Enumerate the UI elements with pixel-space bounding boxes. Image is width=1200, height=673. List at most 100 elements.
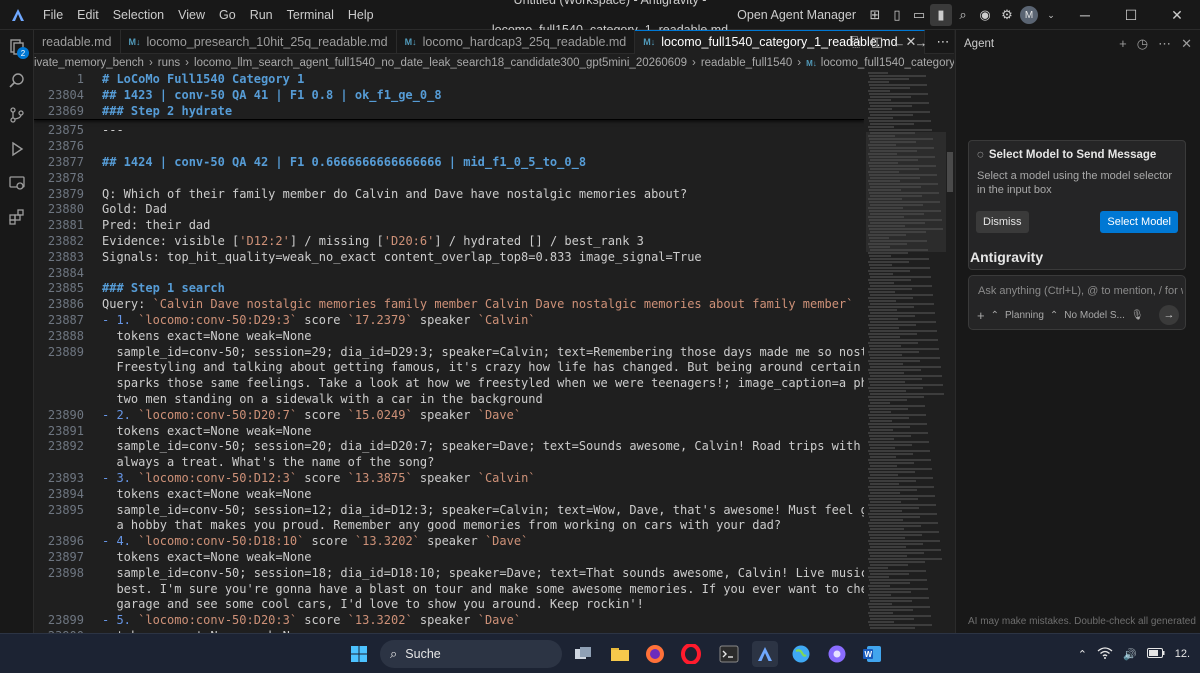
history-icon[interactable]: ◷: [1137, 36, 1148, 52]
volume-icon[interactable]: 🔊: [1123, 648, 1137, 661]
scrollbar-thumb[interactable]: [947, 152, 953, 192]
sticky-scroll-header[interactable]: 1 # LoCoMo Full1540 Category 1 23804 ## 142…: [34, 72, 864, 121]
agent-panel-title: Agent: [964, 38, 995, 50]
line-text: [84, 139, 102, 155]
breadcrumb-item[interactable]: runs: [158, 57, 180, 69]
breadcrumb-item[interactable]: locomo_llm_search_agent_full1540_no_date…: [194, 57, 687, 69]
markdown-file-icon: M↓: [806, 58, 817, 68]
sticky-line[interactable]: 23869 ### Step 2 hydrate: [34, 104, 864, 120]
minimap[interactable]: [866, 72, 946, 633]
line-text: Pred: their dad: [102, 218, 211, 233]
editor-tab[interactable]: readable.md: [34, 29, 121, 54]
breadcrumb-item[interactable]: readable_full1540: [701, 57, 792, 69]
firefox-icon[interactable]: [642, 641, 668, 667]
browser-icon[interactable]: ◉: [974, 4, 996, 26]
minimap-line: [870, 321, 936, 323]
minimap-line: [868, 441, 929, 443]
antigravity-taskbar-icon[interactable]: [752, 641, 778, 667]
menu-item-help[interactable]: Help: [341, 0, 381, 30]
go-forward-icon[interactable]: →: [910, 35, 932, 50]
toggle-secondary-sidebar-icon[interactable]: ▮: [930, 4, 952, 26]
customize-layout-icon[interactable]: ⊞: [864, 4, 886, 26]
taskbar-search[interactable]: ⌕ Suche: [380, 640, 562, 668]
minimap-line: [870, 222, 925, 224]
editor-tab[interactable]: M↓ locomo_presearch_10hit_25q_readable.md: [121, 29, 397, 54]
split-editor-icon[interactable]: ◫: [866, 34, 888, 50]
menu-item-run[interactable]: Run: [243, 0, 280, 30]
sticky-line[interactable]: 1 # LoCoMo Full1540 Category 1: [34, 72, 864, 88]
line-text: always a treat. What's the name of the s…: [102, 455, 435, 470]
maximize-button[interactable]: ☐: [1108, 0, 1154, 30]
minimize-button[interactable]: ─: [1062, 0, 1108, 30]
toggle-panel-icon[interactable]: ▭: [908, 4, 930, 26]
model-selector[interactable]: No Model S...: [1064, 310, 1125, 321]
more-actions-icon[interactable]: ⋯: [932, 34, 954, 50]
go-back-icon[interactable]: ←: [888, 35, 910, 50]
sticky-line[interactable]: 23804 ## 1423 | conv-50 QA 41 | F1 0.8 | …: [34, 88, 864, 104]
account-chevron-icon[interactable]: ⌄: [1040, 4, 1062, 26]
model-card-title: Select Model to Send Message: [988, 149, 1157, 161]
model-chevron-icon[interactable]: ⌃: [1050, 310, 1058, 321]
wifi-icon[interactable]: [1097, 646, 1113, 662]
messenger-app-icon[interactable]: [824, 641, 850, 667]
editor-scrollbar[interactable]: [946, 72, 954, 633]
search-view-icon[interactable]: [0, 64, 34, 98]
extensions-icon[interactable]: [0, 200, 34, 234]
minimap-line: [868, 198, 902, 200]
settings-gear-icon[interactable]: ⚙: [996, 4, 1018, 26]
chevron-right-icon: ›: [185, 57, 190, 69]
add-context-icon[interactable]: +: [977, 308, 985, 323]
word-icon[interactable]: W: [859, 641, 885, 667]
explorer-icon[interactable]: 2: [0, 30, 34, 64]
breadcrumb-item[interactable]: ivate_memory_bench: [34, 57, 144, 69]
mode-selector[interactable]: Planning: [1005, 310, 1044, 321]
open-agent-manager-button[interactable]: Open Agent Manager: [737, 8, 856, 22]
dismiss-button[interactable]: Dismiss: [976, 211, 1029, 233]
close-window-button[interactable]: ✕: [1154, 0, 1200, 30]
windows-start-icon[interactable]: [346, 641, 372, 667]
file-explorer-icon[interactable]: [607, 641, 633, 667]
select-model-button[interactable]: Select Model: [1100, 211, 1178, 233]
menu-item-view[interactable]: View: [171, 0, 212, 30]
new-chat-icon[interactable]: +: [1119, 36, 1127, 52]
menu-item-terminal[interactable]: Terminal: [280, 0, 341, 30]
task-view-icon[interactable]: [570, 641, 596, 667]
open-preview-icon[interactable]: ⎘: [844, 34, 866, 50]
minimap-line: [868, 243, 907, 245]
send-arrow-icon[interactable]: →: [1159, 305, 1179, 325]
code-editor[interactable]: 1 # LoCoMo Full1540 Category 1 23804 ## 142…: [34, 72, 864, 633]
editor-line: 23884: [34, 266, 864, 282]
minimap-line: [869, 84, 927, 86]
mode-chevron-icon[interactable]: ⌃: [991, 310, 999, 321]
line-number: 23882: [47, 233, 84, 248]
minimap-line: [869, 597, 929, 599]
more-options-icon[interactable]: ⋯: [1158, 36, 1171, 52]
menu-item-file[interactable]: File: [36, 0, 70, 30]
menu-item-edit[interactable]: Edit: [70, 0, 106, 30]
account-avatar[interactable]: M: [1018, 4, 1040, 26]
battery-icon[interactable]: [1146, 647, 1165, 661]
remote-explorer-icon[interactable]: [0, 166, 34, 200]
terminal-icon[interactable]: [716, 641, 742, 667]
microphone-icon[interactable]: 🎙: [1131, 310, 1144, 321]
source-control-icon[interactable]: [0, 98, 34, 132]
agent-chat-input[interactable]: Ask anything (Ctrl+L), @ to mention, / f…: [968, 275, 1186, 330]
globe-app-icon[interactable]: [788, 641, 814, 667]
agent-disclaimer: AI may make mistakes. Double-check all g…: [968, 616, 1196, 627]
menu-item-selection[interactable]: Selection: [106, 0, 171, 30]
opera-icon[interactable]: [678, 641, 704, 667]
menu-item-go[interactable]: Go: [212, 0, 243, 30]
close-panel-icon[interactable]: ✕: [1181, 36, 1192, 52]
minimap-line: [868, 351, 919, 353]
line-number: [34, 392, 84, 408]
minimap-line: [868, 126, 894, 128]
taskbar-clock[interactable]: 12.: [1175, 648, 1190, 660]
editor-tab[interactable]: M↓ locomo_hardcap3_25q_readable.md: [397, 29, 636, 54]
breadcrumb-item[interactable]: locomo_full1540_category_1_readable.md: [821, 57, 954, 69]
search-icon[interactable]: ⌕: [952, 4, 974, 26]
minimap-line: [868, 459, 931, 461]
toggle-primary-sidebar-icon[interactable]: ▯: [886, 4, 908, 26]
run-debug-icon[interactable]: [0, 132, 34, 166]
show-hidden-icons-chevron-icon[interactable]: ⌃: [1078, 648, 1087, 661]
minimap-line: [868, 189, 901, 191]
